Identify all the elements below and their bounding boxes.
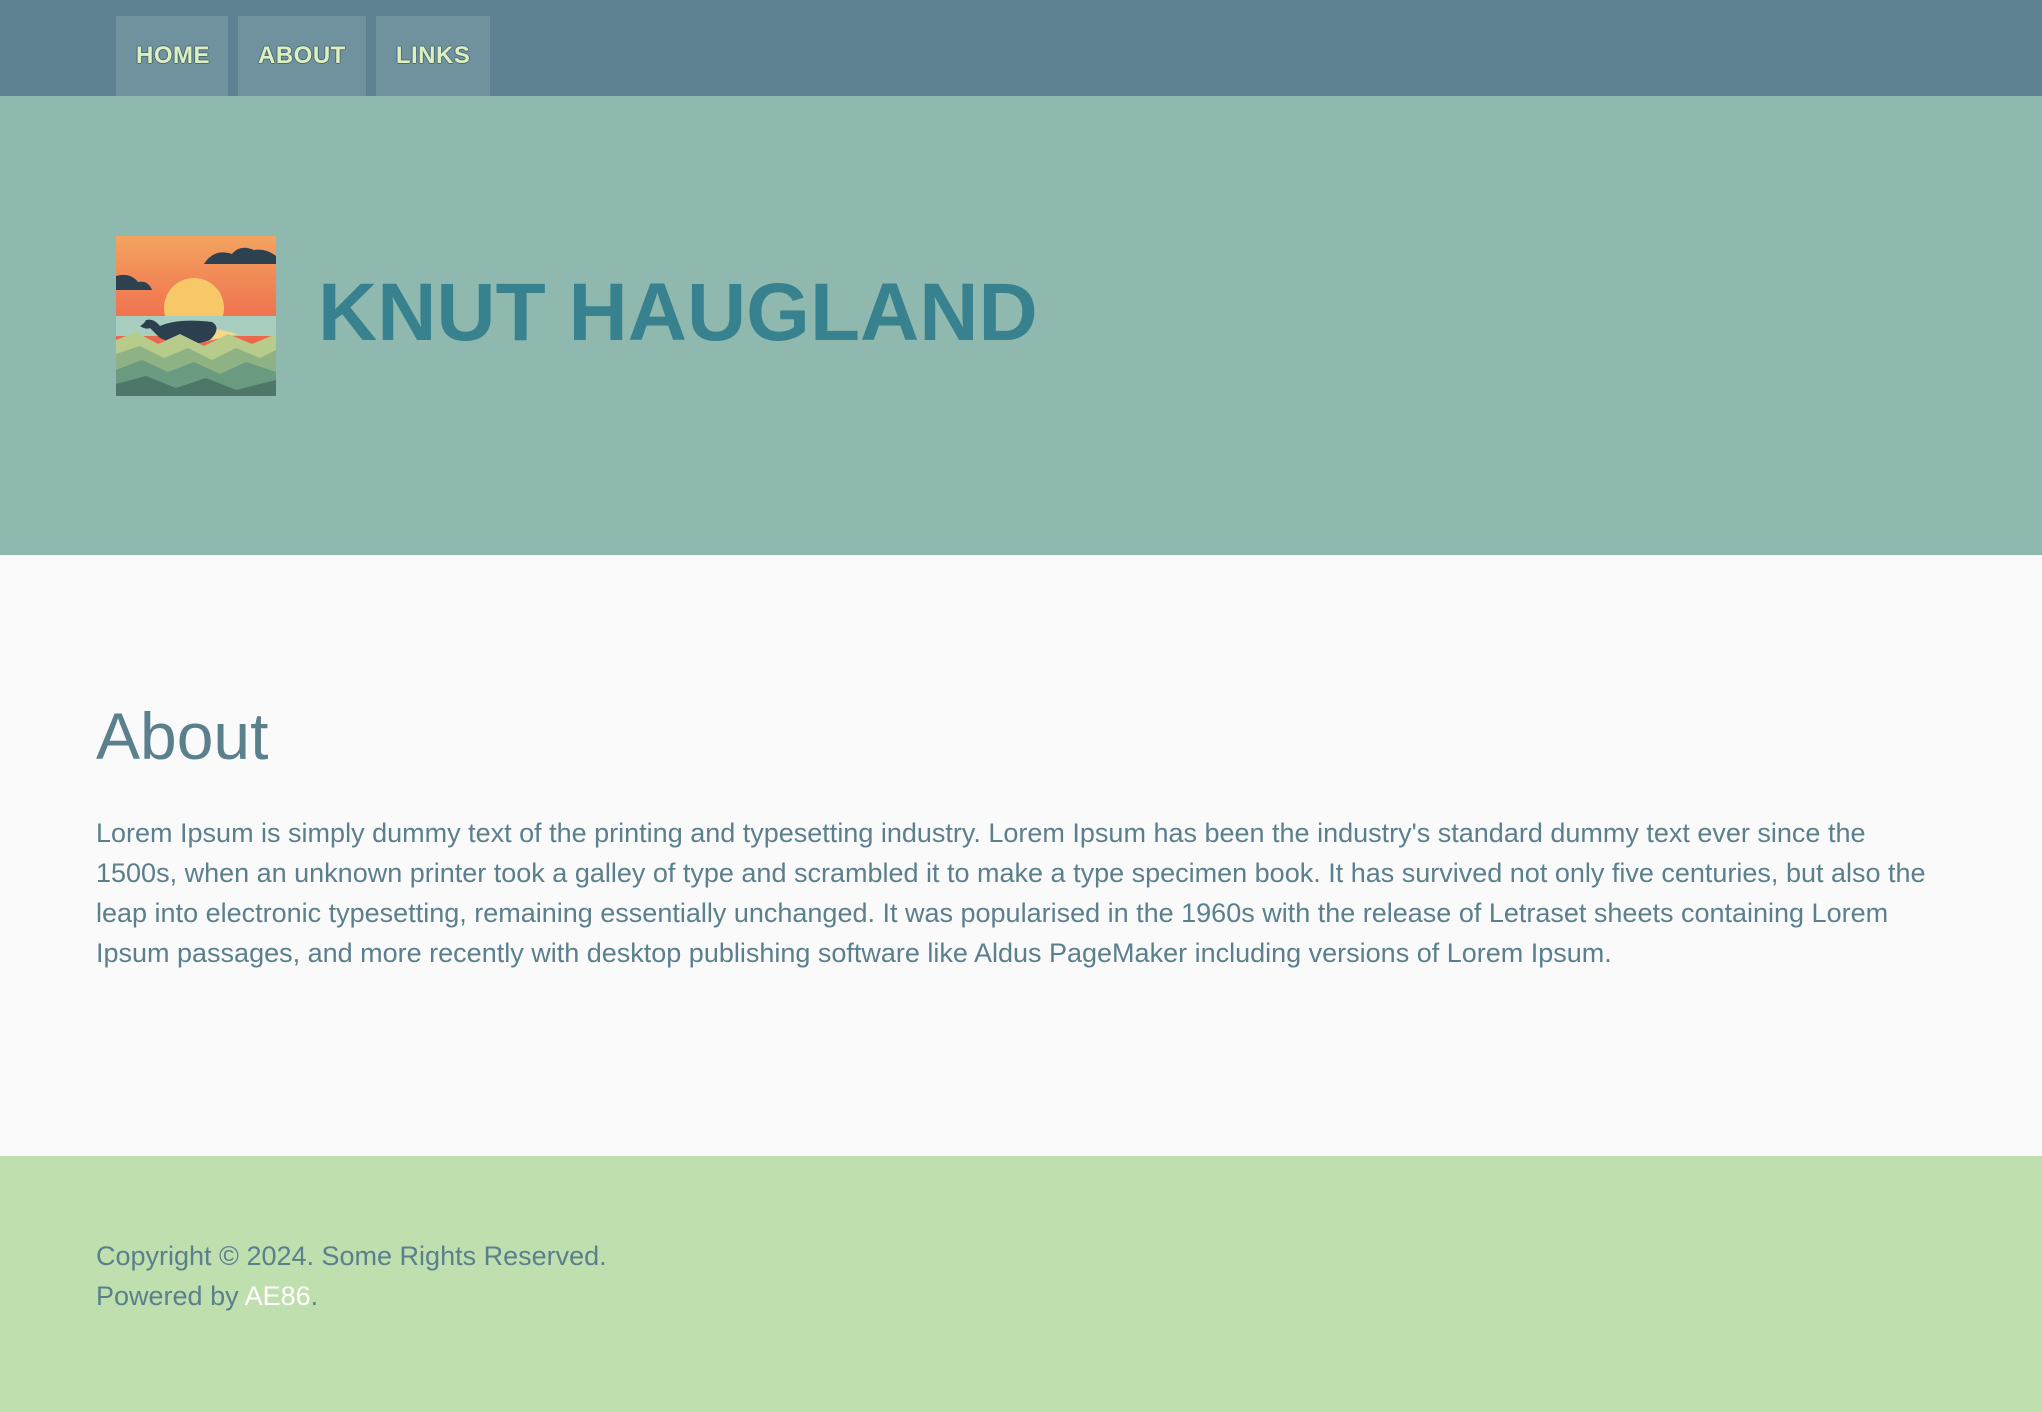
hero-banner: KNUT HAUGLAND [0, 96, 2042, 555]
nav-item-about[interactable]: ABOUT [238, 16, 366, 96]
main-content: About Lorem Ipsum is simply dummy text o… [0, 555, 2042, 1156]
footer-text: Copyright © 2024. Some Rights Reserved. … [96, 1236, 607, 1316]
powered-by-prefix: Powered by [96, 1281, 245, 1311]
ae86-link[interactable]: AE86 [245, 1281, 311, 1311]
sunset-whale-logo-icon [116, 236, 276, 396]
about-heading: About [96, 699, 269, 773]
nav-item-home[interactable]: HOME [116, 16, 228, 96]
footer: Copyright © 2024. Some Rights Reserved. … [0, 1156, 2042, 1412]
nav-menu: HOME ABOUT LINKS [116, 16, 491, 96]
nav-item-links[interactable]: LINKS [375, 16, 491, 96]
about-paragraph: Lorem Ipsum is simply dummy text of the … [96, 818, 1926, 968]
powered-by-line: Powered by AE86. [96, 1276, 607, 1316]
top-navigation: HOME ABOUT LINKS [0, 0, 2042, 96]
site-title: KNUT HAUGLAND [318, 267, 1038, 358]
copyright-text: Copyright © 2024. Some Rights Reserved. [96, 1241, 607, 1271]
powered-by-suffix: . [310, 1281, 319, 1311]
